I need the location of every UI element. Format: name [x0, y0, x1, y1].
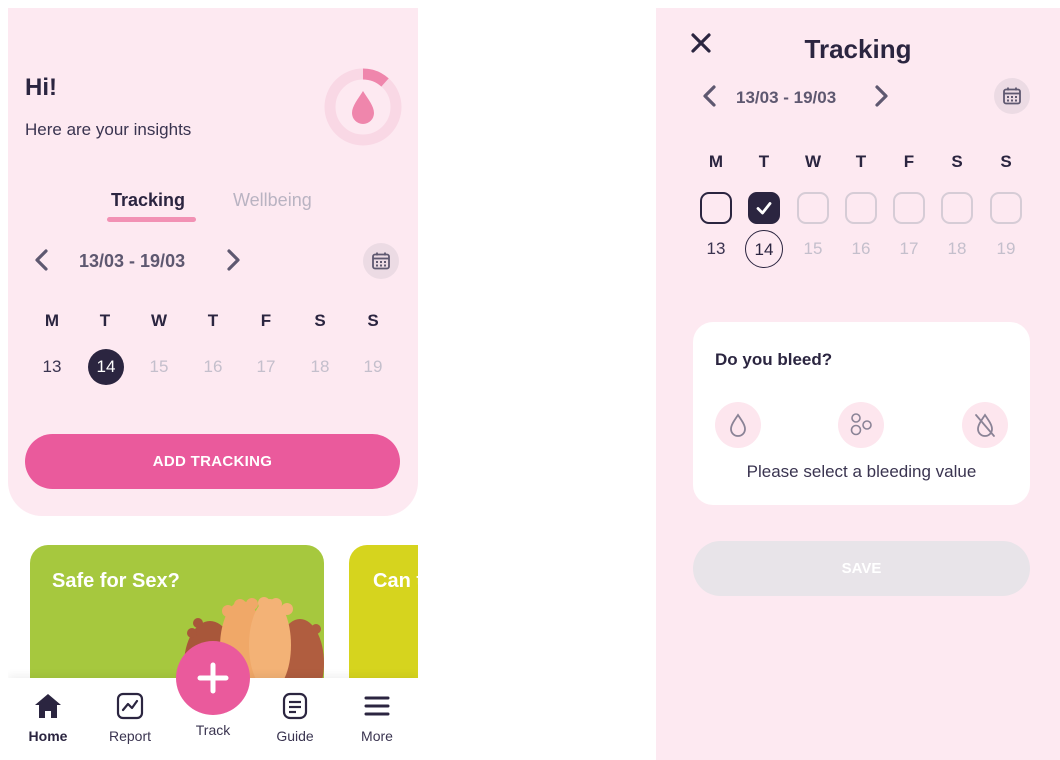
calendar-icon [1003, 87, 1021, 105]
track-fab-button[interactable] [176, 641, 250, 715]
day-19: 19 [996, 239, 1016, 258]
insights-subtitle: Here are your insights [25, 120, 192, 139]
day-name-fri: F [903, 152, 915, 171]
plus-icon [197, 662, 229, 694]
nav-label-home: Home [28, 728, 68, 744]
day-name-sat: S [314, 311, 326, 330]
chart-icon [116, 692, 144, 720]
promo-card-safe-for-sex[interactable]: Safe for Sex? [30, 545, 324, 685]
bleeding-question: Do you bleed? [715, 350, 833, 369]
greeting: Hi! [25, 74, 57, 101]
day-14-today: 14 [745, 230, 783, 268]
tab-wellbeing[interactable]: Wellbeing [233, 190, 312, 211]
day-name-wed: W [804, 152, 822, 171]
promo-title: Safe for Sex? [52, 570, 180, 592]
day-14-selected[interactable]: 14 [88, 349, 124, 385]
insights-card: Hi! Here are your insights Tracking Well… [8, 8, 418, 516]
day-name-thu: T [855, 152, 867, 171]
day-name-tue: T [758, 152, 770, 171]
next-week-button[interactable] [871, 84, 891, 112]
day-16: 16 [851, 239, 871, 258]
day-name-fri: F [260, 311, 272, 330]
nav-label-guide: Guide [276, 728, 314, 744]
page-title: Tracking [804, 34, 912, 64]
save-button[interactable]: SAVE [693, 541, 1030, 596]
previous-week-button[interactable] [32, 248, 52, 276]
chevron-left-icon [703, 85, 716, 107]
calendar-button[interactable] [994, 78, 1030, 114]
day-17: 17 [899, 239, 919, 258]
day-name-tue: T [99, 311, 111, 330]
day-name-sat: S [951, 152, 963, 171]
nav-label-report: Report [108, 728, 152, 744]
day-name-mon: M [44, 311, 60, 330]
insights-screen: Hi! Here are your insights Tracking Well… [8, 8, 418, 760]
day-checkbox-16[interactable] [845, 192, 877, 224]
day-checkbox-17[interactable] [893, 192, 925, 224]
week-range: 13/03 - 19/03 [79, 251, 186, 271]
day-18: 18 [947, 239, 967, 258]
chevron-right-icon [875, 85, 888, 107]
day-17[interactable]: 17 [248, 349, 284, 385]
day-checkbox-19[interactable] [990, 192, 1022, 224]
nav-label-track: Track [195, 722, 231, 738]
day-name-mon: M [708, 152, 724, 171]
day-name-sun: S [367, 311, 379, 330]
active-tab-indicator [107, 217, 196, 222]
next-week-button[interactable] [223, 248, 243, 276]
day-13: 13 [706, 239, 726, 258]
previous-week-button[interactable] [700, 84, 720, 112]
menu-icon [364, 696, 390, 716]
nav-guide[interactable]: Guide [262, 692, 328, 744]
add-tracking-button[interactable]: ADD TRACKING [25, 434, 400, 489]
day-18[interactable]: 18 [302, 349, 338, 385]
no-bleeding-icon [975, 413, 995, 437]
chevron-left-icon [35, 249, 48, 271]
promo-title: Can tamp [373, 570, 418, 592]
day-checkbox-14[interactable] [748, 192, 780, 224]
tracking-screen: Tracking 13/03 - 19/03 M T W T F S S 13 … [656, 8, 1060, 760]
nav-home[interactable]: Home [15, 692, 81, 744]
drop-icon [352, 91, 374, 124]
promo-card-tampons[interactable]: Can tamp [349, 545, 418, 685]
day-name-wed: W [150, 311, 168, 330]
bleeding-option-none[interactable] [962, 402, 1008, 448]
day-checkbox-13[interactable] [700, 192, 732, 224]
cycle-progress-ring[interactable] [324, 68, 402, 146]
day-checkbox-18[interactable] [941, 192, 973, 224]
bleeding-card: Do you bleed? Please select a bleeding v… [693, 322, 1030, 505]
bleeding-option-drop[interactable] [715, 402, 761, 448]
day-name-sun: S [1000, 152, 1012, 171]
check-icon [756, 202, 772, 215]
day-checkbox-15[interactable] [797, 192, 829, 224]
day-16[interactable]: 16 [195, 349, 231, 385]
day-19[interactable]: 19 [355, 349, 391, 385]
day-15: 15 [803, 239, 823, 258]
nav-report[interactable]: Report [97, 692, 163, 744]
tab-tracking[interactable]: Tracking [111, 190, 185, 211]
document-icon [282, 692, 308, 720]
day-15[interactable]: 15 [141, 349, 177, 385]
drop-icon [730, 413, 746, 437]
nav-label-more: More [361, 728, 393, 744]
day-13[interactable]: 13 [34, 349, 70, 385]
day-name-thu: T [207, 311, 219, 330]
nav-track[interactable]: Track [180, 722, 246, 738]
nav-more[interactable]: More [344, 692, 410, 744]
calendar-button[interactable] [363, 243, 399, 279]
calendar-icon [372, 252, 390, 270]
week-range: 13/03 - 19/03 [736, 88, 837, 107]
spotting-icon [850, 413, 872, 436]
chevron-right-icon [227, 249, 240, 271]
home-icon [35, 694, 61, 718]
bleeding-hint: Please select a bleeding value [746, 462, 977, 481]
bleeding-option-spotting[interactable] [838, 402, 884, 448]
